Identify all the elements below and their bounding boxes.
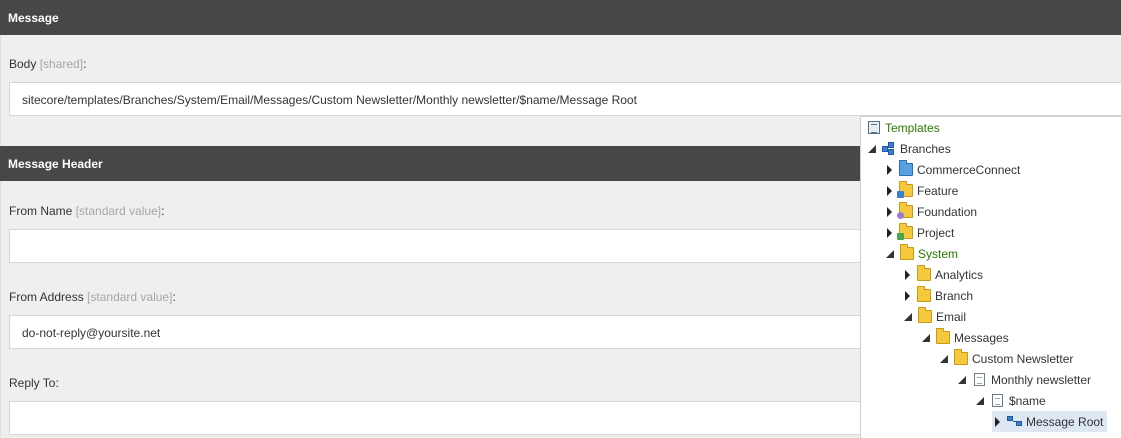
tree-item-monthly-newsletter[interactable]: Monthly newsletter bbox=[956, 369, 1091, 390]
section-header-message[interactable]: Message bbox=[0, 0, 1121, 35]
template-tree-dropdown[interactable]: Templates Branches CommerceConnect Featu… bbox=[860, 116, 1121, 438]
from-address-label: From Address [standard value]: bbox=[9, 290, 176, 304]
expand-arrow-icon[interactable] bbox=[905, 290, 910, 301]
folder-project-icon bbox=[897, 223, 913, 240]
tree-item-label: Branches bbox=[900, 141, 951, 156]
tree-item-name[interactable]: $name bbox=[974, 390, 1046, 411]
folder-feature-icon bbox=[897, 181, 913, 198]
collapse-arrow-icon[interactable] bbox=[868, 144, 876, 153]
branch-icon bbox=[882, 141, 896, 156]
tree-item-label: Email bbox=[936, 309, 967, 324]
tree-item-feature[interactable]: Feature bbox=[884, 180, 958, 201]
expand-arrow-icon[interactable] bbox=[887, 206, 892, 217]
section-title: Message bbox=[8, 11, 59, 25]
label-colon: : bbox=[161, 204, 165, 218]
collapse-arrow-icon[interactable] bbox=[958, 375, 966, 384]
tree-item-messages[interactable]: Messages bbox=[920, 327, 1009, 348]
tree-item-project[interactable]: Project bbox=[884, 222, 954, 243]
folder-foundation-icon bbox=[897, 202, 913, 219]
from-address-standard-note: [standard value] bbox=[87, 290, 173, 304]
from-name-label-text: From Name bbox=[9, 204, 73, 218]
label-colon: : bbox=[172, 290, 176, 304]
label-colon: : bbox=[83, 57, 87, 71]
tree-item-label: Message Root bbox=[1026, 414, 1104, 429]
tree-item-email[interactable]: Email bbox=[902, 306, 966, 327]
tree-item-label: Templates bbox=[885, 120, 940, 135]
collapse-arrow-icon[interactable] bbox=[904, 312, 912, 321]
tree-item-label: CommerceConnect bbox=[917, 162, 1021, 177]
tree-item-label: Project bbox=[917, 225, 955, 240]
document-icon bbox=[992, 394, 1003, 407]
expand-arrow-icon[interactable] bbox=[905, 269, 910, 280]
from-name-label: From Name [standard value]: bbox=[9, 204, 164, 218]
tree-item-label: Branch bbox=[935, 288, 974, 303]
folder-blue-icon bbox=[899, 160, 913, 176]
tree-item-label: Foundation bbox=[917, 204, 978, 219]
folder-icon bbox=[900, 244, 914, 260]
from-address-label-text: From Address bbox=[9, 290, 84, 304]
from-address-field-value: do-not-reply@yoursite.net bbox=[22, 326, 161, 340]
tree-item-label: System bbox=[918, 246, 959, 261]
expand-arrow-icon[interactable] bbox=[887, 164, 892, 175]
expand-arrow-icon[interactable] bbox=[995, 416, 1000, 427]
section-title: Message Header bbox=[8, 157, 103, 171]
node-icon bbox=[1007, 415, 1023, 428]
tree-item-custom-newsletter[interactable]: Custom Newsletter bbox=[938, 348, 1073, 369]
document-icon bbox=[974, 373, 985, 386]
folder-icon bbox=[936, 328, 950, 344]
folder-icon bbox=[917, 265, 931, 281]
expand-arrow-icon[interactable] bbox=[887, 227, 892, 238]
tree-item-label: Feature bbox=[917, 183, 959, 198]
tree-item-label: Analytics bbox=[935, 267, 984, 282]
tree-item-label: Custom Newsletter bbox=[972, 351, 1074, 366]
body-shared-note: [shared] bbox=[39, 57, 84, 71]
template-icon bbox=[868, 121, 880, 134]
folder-icon bbox=[918, 307, 932, 323]
collapse-arrow-icon[interactable] bbox=[922, 333, 930, 342]
tree-item-message-root[interactable]: Message Root bbox=[992, 411, 1108, 432]
tree-item-branch[interactable]: Branch bbox=[902, 285, 973, 306]
body-label-text: Body bbox=[9, 57, 37, 71]
folder-icon bbox=[917, 286, 931, 302]
tree-item-foundation[interactable]: Foundation bbox=[884, 201, 977, 222]
collapse-arrow-icon[interactable] bbox=[976, 396, 984, 405]
tree-item-label: Messages bbox=[954, 330, 1009, 345]
body-field-value: sitecore/templates/Branches/System/Email… bbox=[22, 93, 637, 107]
collapse-arrow-icon[interactable] bbox=[886, 249, 894, 258]
reply-to-label-text: Reply To: bbox=[9, 376, 59, 390]
tree-item-label: Monthly newsletter bbox=[991, 372, 1092, 387]
tree-item-system[interactable]: System bbox=[884, 243, 958, 264]
body-label: Body [shared]: bbox=[9, 57, 86, 71]
folder-icon bbox=[954, 349, 968, 365]
reply-to-label: Reply To: bbox=[9, 376, 59, 390]
tree-item-commerceconnect[interactable]: CommerceConnect bbox=[884, 159, 1020, 180]
tree-item-templates[interactable]: Templates bbox=[866, 117, 940, 138]
expand-arrow-icon[interactable] bbox=[887, 185, 892, 196]
collapse-arrow-icon[interactable] bbox=[940, 354, 948, 363]
from-name-standard-note: [standard value] bbox=[75, 204, 162, 218]
body-field[interactable]: sitecore/templates/Branches/System/Email… bbox=[9, 82, 1121, 116]
tree-item-label: $name bbox=[1009, 393, 1046, 408]
tree-item-analytics[interactable]: Analytics bbox=[902, 264, 983, 285]
tree-item-branches[interactable]: Branches bbox=[866, 138, 951, 159]
